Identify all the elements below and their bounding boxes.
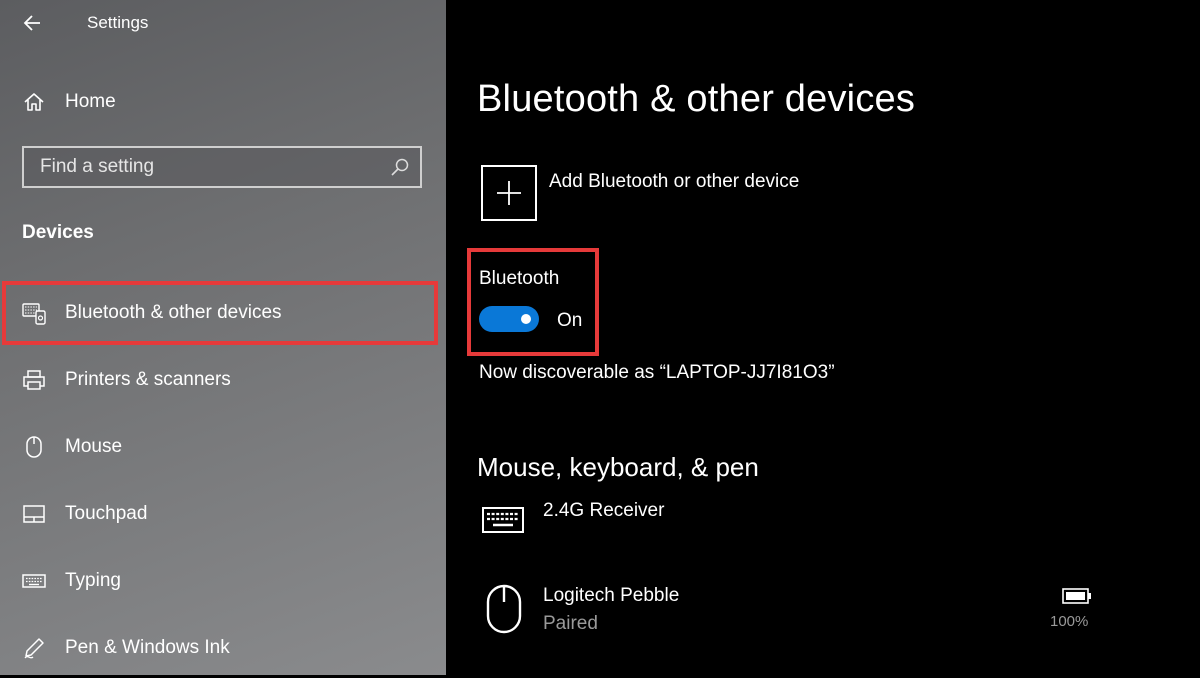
app-title: Settings [87,13,149,32]
mouse-icon [486,584,522,634]
printer-icon [23,370,45,390]
add-device-label[interactable]: Add Bluetooth or other device [549,171,799,193]
main-panel: Bluetooth & other devices Add Bluetooth … [446,0,1200,675]
pen-icon [24,638,44,659]
device-item[interactable]: 2.4G Receiver [446,495,1200,555]
sidebar-item-label: Pen & Windows Ink [65,637,230,658]
bluetooth-highlight-box [467,248,599,356]
device-name: Logitech Pebble [543,585,680,606]
keyboard-icon [482,507,524,533]
discoverable-text: Now discoverable as “LAPTOP-JJ7I81O3” [479,362,835,383]
sidebar-item-printers[interactable]: Printers & scanners [0,350,446,410]
home-link[interactable]: Home [0,72,446,132]
sidebar-item-mouse[interactable]: Mouse [0,417,446,477]
sidebar-item-label: Mouse [65,436,123,457]
search-icon[interactable] [390,157,410,177]
home-label: Home [65,91,116,112]
touchpad-icon [23,505,45,523]
sidebar: Settings Home Devices Bluetooth & other … [0,0,446,675]
add-device-button[interactable] [481,165,537,221]
bluetooth-toggle[interactable] [479,306,539,332]
toggle-knob [521,314,531,324]
highlight-box [2,281,438,345]
keyboard-icon [22,574,46,588]
title-bar: Settings [0,0,446,46]
search-input[interactable] [38,154,372,180]
device-name: 2.4G Receiver [543,500,665,521]
page-title: Bluetooth & other devices [477,78,916,120]
battery-percentage: 100% [1050,613,1089,630]
section-title: Mouse, keyboard, & pen [477,452,759,482]
back-button[interactable] [20,10,46,36]
mouse-icon [26,436,42,458]
sidebar-item-typing[interactable]: Typing [0,551,446,611]
sidebar-item-label: Typing [65,570,121,591]
section-heading: Devices [22,222,94,243]
back-arrow-icon [23,15,40,31]
battery-icon [1062,588,1091,604]
home-icon [24,93,44,111]
sidebar-item-pen[interactable]: Pen & Windows Ink [0,618,446,678]
device-status: Paired [543,613,598,634]
sidebar-item-label: Touchpad [65,503,148,524]
bluetooth-state: On [557,310,583,331]
sidebar-item-touchpad[interactable]: Touchpad [0,484,446,544]
bluetooth-label: Bluetooth [479,268,560,289]
sidebar-item-label: Printers & scanners [65,369,231,390]
search-box[interactable] [22,146,422,188]
plus-icon [497,181,521,205]
